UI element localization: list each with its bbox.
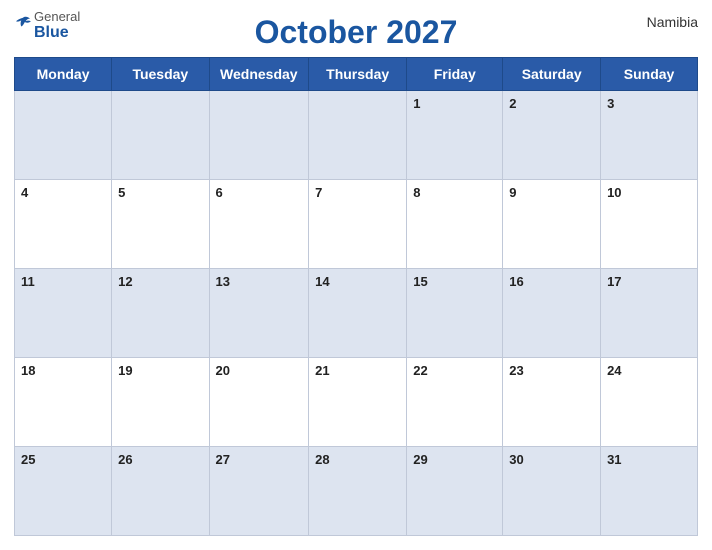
calendar-cell: 30: [503, 447, 601, 536]
calendar-cell: [209, 91, 309, 180]
calendar-cell: 12: [112, 269, 209, 358]
day-number: 24: [607, 363, 621, 378]
day-number: 13: [216, 274, 230, 289]
day-number: 20: [216, 363, 230, 378]
weekday-header-wednesday: Wednesday: [209, 58, 309, 91]
day-number: 4: [21, 185, 28, 200]
day-number: 8: [413, 185, 420, 200]
calendar-cell: 19: [112, 358, 209, 447]
day-number: 22: [413, 363, 427, 378]
calendar-cell: 28: [309, 447, 407, 536]
calendar-cell: 15: [407, 269, 503, 358]
calendar-cell: 9: [503, 180, 601, 269]
calendar-week-row: 25 26 27 28 29 30 31: [15, 447, 698, 536]
calendar-table: MondayTuesdayWednesdayThursdayFridaySatu…: [14, 57, 698, 536]
day-number: 16: [509, 274, 523, 289]
calendar-cell: 1: [407, 91, 503, 180]
day-number: 21: [315, 363, 329, 378]
calendar-cell: [309, 91, 407, 180]
day-number: 3: [607, 96, 614, 111]
weekday-header-sunday: Sunday: [601, 58, 698, 91]
day-number: 19: [118, 363, 132, 378]
day-number: 12: [118, 274, 132, 289]
weekday-header-friday: Friday: [407, 58, 503, 91]
calendar-cell: 26: [112, 447, 209, 536]
country-label: Namibia: [647, 14, 698, 30]
calendar-week-row: 18 19 20 21 22 23 24: [15, 358, 698, 447]
calendar-wrapper: General Blue October 2027 Namibia Monday…: [0, 0, 712, 550]
calendar-cell: 13: [209, 269, 309, 358]
day-number: 27: [216, 452, 230, 467]
calendar-cell: 5: [112, 180, 209, 269]
calendar-cell: 16: [503, 269, 601, 358]
day-number: 15: [413, 274, 427, 289]
calendar-cell: 23: [503, 358, 601, 447]
day-number: 1: [413, 96, 420, 111]
calendar-cell: 17: [601, 269, 698, 358]
calendar-week-row: 4 5 6 7 8 9 10: [15, 180, 698, 269]
day-number: 7: [315, 185, 322, 200]
calendar-cell: 11: [15, 269, 112, 358]
calendar-cell: 18: [15, 358, 112, 447]
day-number: 14: [315, 274, 329, 289]
calendar-week-row: 11 12 13 14 15 16 17: [15, 269, 698, 358]
calendar-cell: 29: [407, 447, 503, 536]
calendar-cell: 4: [15, 180, 112, 269]
calendar-cell: 7: [309, 180, 407, 269]
day-number: 31: [607, 452, 621, 467]
day-number: 11: [21, 274, 35, 289]
weekday-header-saturday: Saturday: [503, 58, 601, 91]
calendar-cell: 25: [15, 447, 112, 536]
day-number: 6: [216, 185, 223, 200]
logo-blue: Blue: [34, 24, 80, 42]
calendar-cell: 24: [601, 358, 698, 447]
day-number: 29: [413, 452, 427, 467]
calendar-cell: 31: [601, 447, 698, 536]
logo-icon: [14, 16, 32, 35]
calendar-header: General Blue October 2027 Namibia: [14, 10, 698, 51]
calendar-cell: 22: [407, 358, 503, 447]
weekday-header-row: MondayTuesdayWednesdayThursdayFridaySatu…: [15, 58, 698, 91]
calendar-cell: [15, 91, 112, 180]
weekday-header-monday: Monday: [15, 58, 112, 91]
weekday-header-tuesday: Tuesday: [112, 58, 209, 91]
calendar-week-row: 1 2 3: [15, 91, 698, 180]
calendar-cell: 3: [601, 91, 698, 180]
calendar-cell: 20: [209, 358, 309, 447]
calendar-cell: 6: [209, 180, 309, 269]
day-number: 5: [118, 185, 125, 200]
weekday-header-thursday: Thursday: [309, 58, 407, 91]
day-number: 10: [607, 185, 621, 200]
day-number: 23: [509, 363, 523, 378]
day-number: 9: [509, 185, 516, 200]
day-number: 28: [315, 452, 329, 467]
calendar-cell: 10: [601, 180, 698, 269]
day-number: 18: [21, 363, 35, 378]
day-number: 30: [509, 452, 523, 467]
day-number: 2: [509, 96, 516, 111]
day-number: 26: [118, 452, 132, 467]
month-title: October 2027: [255, 14, 458, 51]
day-number: 25: [21, 452, 35, 467]
logo-area: General Blue: [14, 10, 80, 42]
day-number: 17: [607, 274, 621, 289]
calendar-cell: 8: [407, 180, 503, 269]
calendar-cell: 21: [309, 358, 407, 447]
logo-general: General: [34, 10, 80, 24]
calendar-cell: 27: [209, 447, 309, 536]
calendar-cell: 14: [309, 269, 407, 358]
calendar-cell: 2: [503, 91, 601, 180]
calendar-cell: [112, 91, 209, 180]
